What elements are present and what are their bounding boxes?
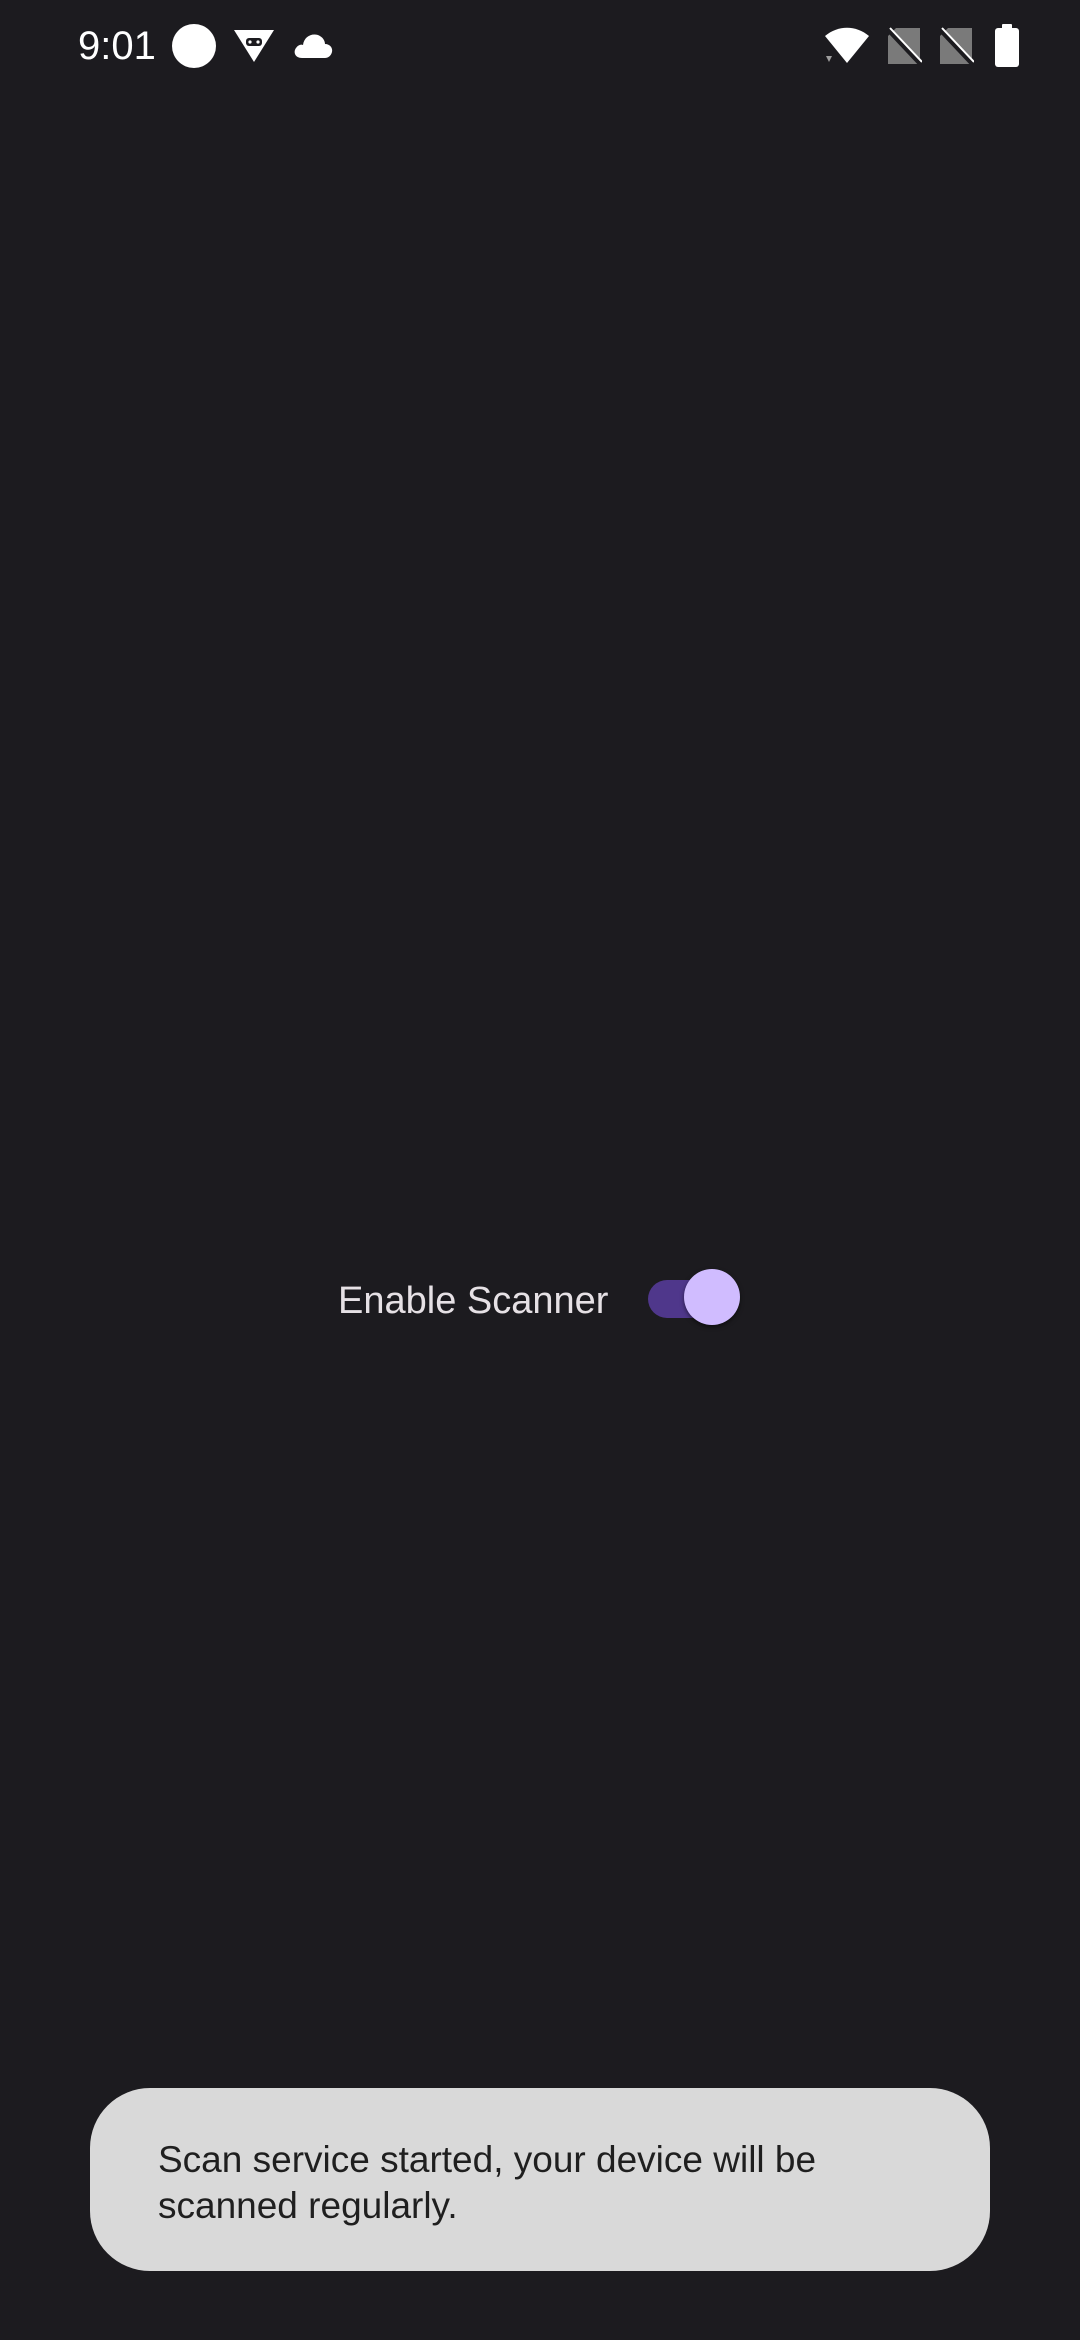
status-bar: 9:01 [0,0,1080,92]
notification-dot-icon [172,24,216,68]
no-sim-icon [886,27,922,66]
enable-scanner-label: Enable Scanner [338,1280,609,1322]
toast-message: Scan service started, your device will b… [158,2139,817,2226]
wifi-icon [825,27,869,63]
no-sim-icon [938,27,974,66]
enable-scanner-switch[interactable] [648,1266,740,1332]
battery-icon [995,24,1019,67]
cloud-icon [294,34,333,58]
android-debug-icon [234,30,274,62]
toast: Scan service started, your device will b… [90,2088,990,2271]
scanner-toggle-row: Enable Scanner [0,1266,1080,1336]
switch-thumb [684,1269,740,1325]
status-time: 9:01 [78,24,156,68]
